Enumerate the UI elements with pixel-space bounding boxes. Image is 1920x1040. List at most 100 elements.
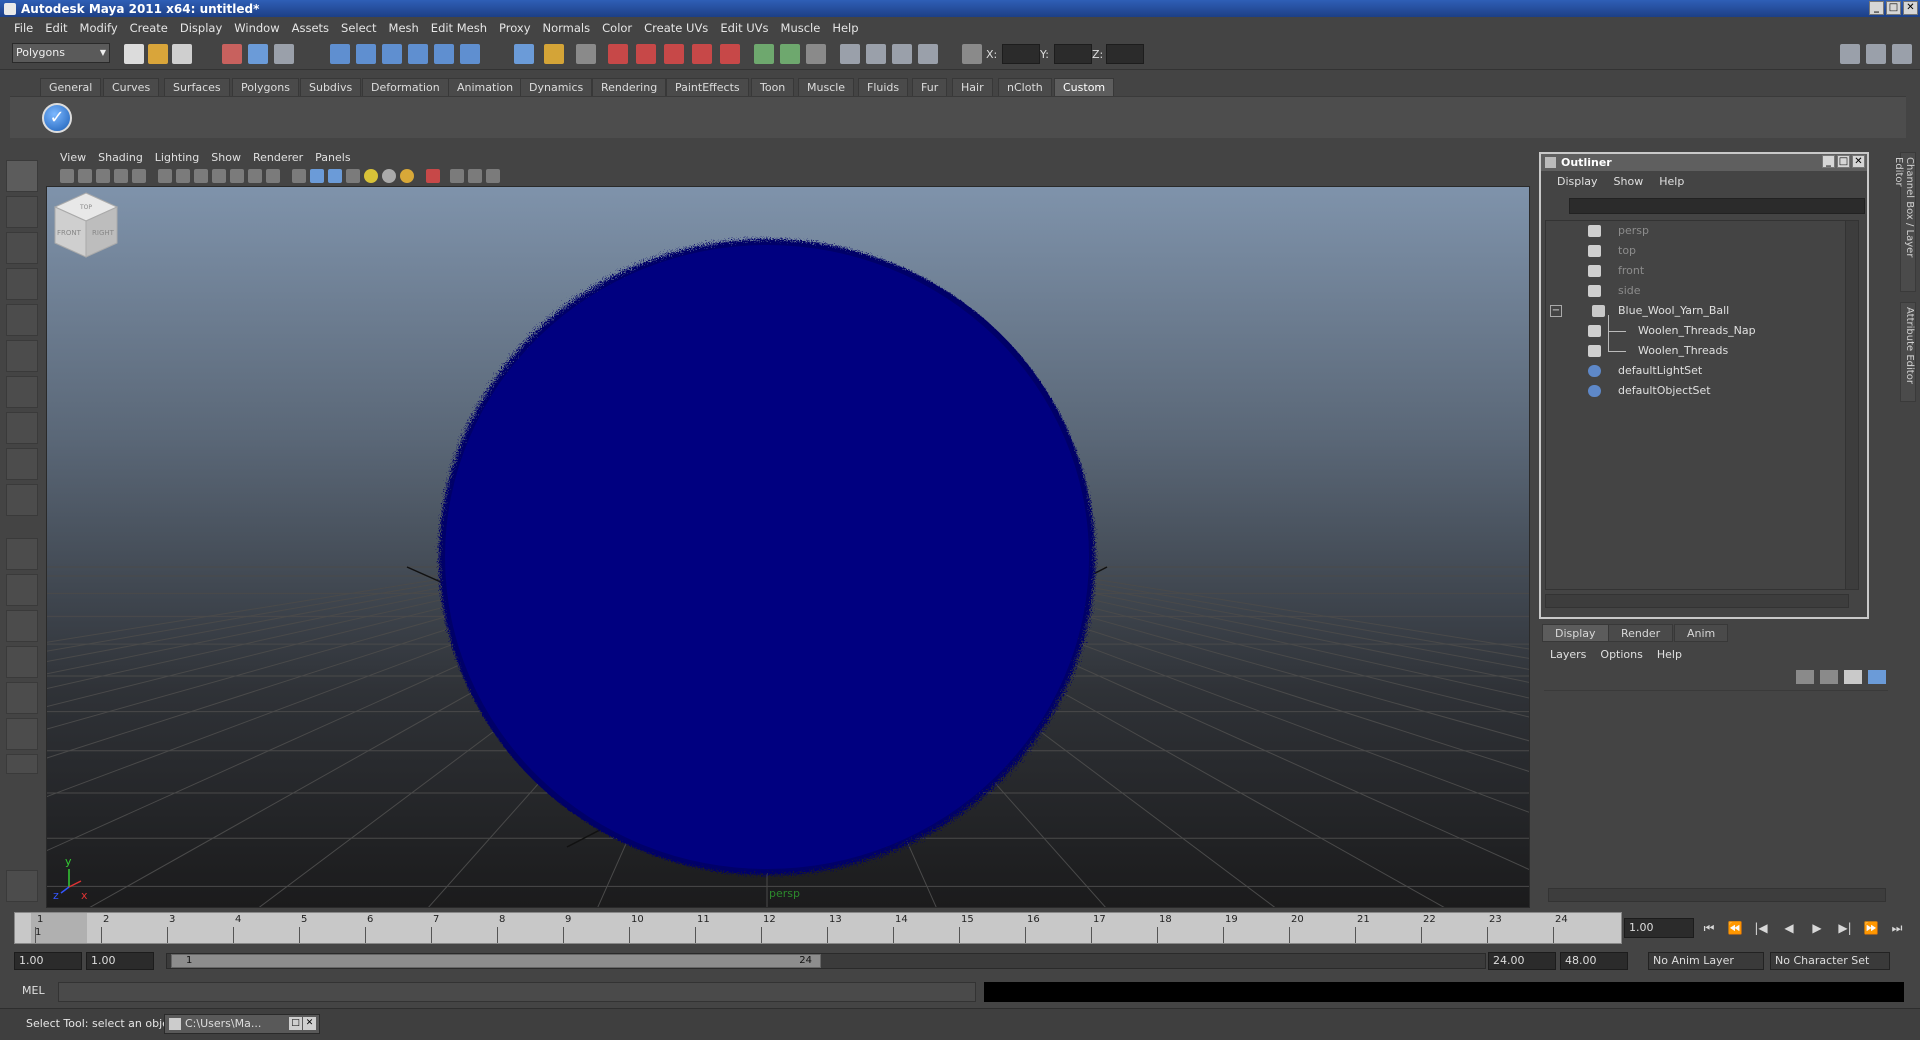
close-button[interactable]: ✕ xyxy=(1903,1,1918,15)
select-by-object-type-icon[interactable] xyxy=(248,44,268,64)
panel-layout-icon[interactable] xyxy=(806,44,826,64)
select-tool-icon[interactable] xyxy=(6,160,38,192)
viewcube[interactable]: TOP FRONT RIGHT xyxy=(47,187,125,265)
field-chart-icon[interactable] xyxy=(230,169,244,183)
save-scene-icon[interactable] xyxy=(172,44,192,64)
default-lighting-icon[interactable] xyxy=(364,169,378,183)
history-icon[interactable] xyxy=(460,44,480,64)
outliner-menu-show[interactable]: Show xyxy=(1606,175,1652,188)
attribute-editor-tab[interactable]: Attribute Editor xyxy=(1900,302,1916,402)
camera-attributes-icon[interactable] xyxy=(78,169,92,183)
camera-select-icon[interactable] xyxy=(60,169,74,183)
menu-create[interactable]: Create xyxy=(124,21,174,35)
channel-box-tab[interactable]: Channel Box / Layer Editor xyxy=(1893,152,1916,292)
move-layer-up-icon[interactable] xyxy=(1796,670,1814,684)
xray-joints-icon[interactable] xyxy=(468,169,482,183)
paint-select-tool-icon[interactable] xyxy=(6,232,38,264)
outliner-item-front[interactable]: front xyxy=(1546,261,1846,281)
outliner-menu-display[interactable]: Display xyxy=(1549,175,1606,188)
menu-edit-uvs[interactable]: Edit UVs xyxy=(714,21,774,35)
menu-modify[interactable]: Modify xyxy=(74,21,124,35)
menu-edit-mesh[interactable]: Edit Mesh xyxy=(425,21,493,35)
layer-menu-layers[interactable]: Layers xyxy=(1550,648,1586,661)
viewport-menu-panels[interactable]: Panels xyxy=(309,151,356,164)
2d-pan-zoom-icon[interactable] xyxy=(132,169,146,183)
menu-window[interactable]: Window xyxy=(228,21,285,35)
snap-to-point-icon[interactable] xyxy=(382,44,402,64)
menu-proxy[interactable]: Proxy xyxy=(493,21,537,35)
rotate-tool-icon[interactable] xyxy=(6,304,38,336)
range-bar[interactable]: 1 24 xyxy=(166,953,1486,969)
menu-select[interactable]: Select xyxy=(335,21,382,35)
last-tool-icon[interactable] xyxy=(6,484,38,516)
outliner-minimize-button[interactable]: _ xyxy=(1822,155,1835,168)
checkmark-icon[interactable]: ✓ xyxy=(42,103,72,133)
render-current-frame-icon[interactable] xyxy=(608,44,628,64)
shelf-tab-curves[interactable]: Curves xyxy=(103,78,160,96)
all-lights-icon[interactable] xyxy=(382,169,396,183)
menu-file[interactable]: File xyxy=(8,21,39,35)
time-slider[interactable]: 1 1 2 3 4 5 6 7 8 9 10 11 12 13 14 15 16 17 18 19 20 21 22 23 2… xyxy=(14,912,1622,944)
menu-mesh[interactable]: Mesh xyxy=(383,21,425,35)
ipr-render-icon[interactable] xyxy=(636,44,656,64)
menu-set-selector[interactable]: Polygons ▼ xyxy=(12,43,110,63)
step-back-frame-button[interactable]: |◀ xyxy=(1752,920,1770,936)
go-to-end-button[interactable]: ⏭ xyxy=(1888,920,1906,936)
outliner-maximize-button[interactable]: □ xyxy=(1837,155,1850,168)
viewport-menu-view[interactable]: View xyxy=(54,151,92,164)
shelf-tab-animation[interactable]: Animation xyxy=(448,78,523,96)
shelf-tab-custom[interactable]: Custom xyxy=(1054,78,1115,96)
layer-menu-help[interactable]: Help xyxy=(1657,648,1682,661)
play-forwards-button[interactable]: ▶ xyxy=(1808,920,1826,936)
shelf-tab-painteffects[interactable]: PaintEffects xyxy=(666,78,749,96)
shelf-tab-rendering[interactable]: Rendering xyxy=(592,78,667,96)
outliner-item-woolen-threads[interactable]: Woolen_Threads xyxy=(1546,331,1846,361)
make-live-icon[interactable] xyxy=(434,44,454,64)
shadows-icon[interactable] xyxy=(400,169,414,183)
snap-to-view-plane-icon[interactable] xyxy=(408,44,428,64)
menu-assets[interactable]: Assets xyxy=(286,21,335,35)
chevron-down-icon[interactable] xyxy=(6,754,38,774)
new-layer-icon[interactable] xyxy=(1844,670,1862,684)
playback-end-field[interactable]: 24.00 xyxy=(1488,952,1556,970)
safe-action-icon[interactable] xyxy=(248,169,262,183)
tool-settings-icon[interactable] xyxy=(866,44,886,64)
play-backwards-button[interactable]: ◀ xyxy=(1780,920,1798,936)
move-tool-icon[interactable] xyxy=(6,268,38,300)
playback-start-field[interactable]: 1.00 xyxy=(86,952,154,970)
show-hide-attribute-editor-icon[interactable] xyxy=(1840,44,1860,64)
menu-muscle[interactable]: Muscle xyxy=(775,21,827,35)
show-hide-channel-box-icon[interactable] xyxy=(1892,44,1912,64)
open-scene-icon[interactable] xyxy=(148,44,168,64)
current-time-field[interactable]: 1.00 xyxy=(1624,918,1694,938)
lock-icon[interactable] xyxy=(544,44,564,64)
outliner-item-persp[interactable]: persp xyxy=(1546,221,1846,241)
shelf-tab-fur[interactable]: Fur xyxy=(912,78,948,96)
shelf-tab-polygons[interactable]: Polygons xyxy=(232,78,299,96)
render-region-icon[interactable] xyxy=(720,44,740,64)
attribute-editor-icon[interactable] xyxy=(840,44,860,64)
coord-x-input[interactable] xyxy=(1002,44,1040,64)
step-forward-key-button[interactable]: ⏩ xyxy=(1862,920,1880,936)
soft-modification-tool-icon[interactable] xyxy=(6,412,38,444)
resolution-gate-icon[interactable] xyxy=(194,169,208,183)
viewport-menu-show[interactable]: Show xyxy=(205,151,247,164)
menu-help[interactable]: Help xyxy=(826,21,864,35)
wireframe-on-shaded-icon[interactable] xyxy=(328,169,342,183)
show-manipulator-icon[interactable] xyxy=(6,448,38,480)
select-by-component-icon[interactable] xyxy=(274,44,294,64)
new-layer-selected-icon[interactable] xyxy=(1868,670,1886,684)
persp-graph-hypergraph-layout-icon[interactable] xyxy=(6,718,38,750)
menu-display[interactable]: Display xyxy=(174,21,228,35)
shelf-tab-deformation[interactable]: Deformation xyxy=(362,78,449,96)
absolute-transform-icon[interactable] xyxy=(780,44,800,64)
shelf-tab-ncloth[interactable]: nCloth xyxy=(998,78,1052,96)
hypershade-persp-layout-icon[interactable] xyxy=(6,682,38,714)
shelf-tab-toon[interactable]: Toon xyxy=(751,78,795,96)
start-time-field[interactable]: 1.00 xyxy=(14,952,82,970)
viewport-menu-shading[interactable]: Shading xyxy=(92,151,149,164)
gate-mask-icon[interactable] xyxy=(212,169,226,183)
grid-icon[interactable] xyxy=(158,169,172,183)
range-handle[interactable]: 1 24 xyxy=(171,954,821,968)
show-hide-tool-settings-icon[interactable] xyxy=(1866,44,1886,64)
